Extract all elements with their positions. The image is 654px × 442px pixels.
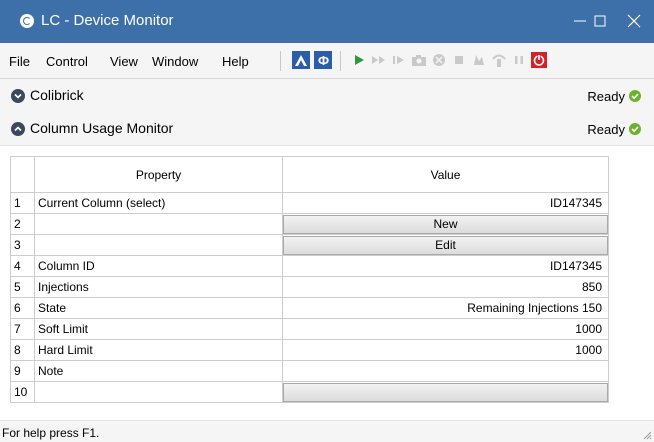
row-action-button[interactable] xyxy=(283,382,608,402)
menu-window[interactable]: Window xyxy=(152,54,198,69)
new-button[interactable]: New xyxy=(283,214,608,234)
status-text: Ready xyxy=(587,122,625,137)
value-cell: Edit xyxy=(282,234,609,256)
chevron-down-icon[interactable] xyxy=(11,89,25,103)
row-number: 7 xyxy=(10,318,35,340)
row-number: 2 xyxy=(10,213,35,235)
row-number: 3 xyxy=(10,234,35,256)
camera-icon xyxy=(412,55,426,66)
chevron-up-icon[interactable] xyxy=(11,122,25,136)
section-title: Column Usage Monitor xyxy=(30,120,174,136)
value-cell[interactable] xyxy=(282,360,609,382)
row-number: 5 xyxy=(10,276,35,298)
power-icon[interactable] xyxy=(530,51,548,69)
table-row[interactable]: 8 Hard Limit 1000 xyxy=(10,339,609,361)
menu-file[interactable]: File xyxy=(9,54,30,69)
value-cell[interactable]: ID147345 xyxy=(282,255,609,277)
title-bar: LC - Device Monitor xyxy=(0,0,654,43)
edit-button[interactable]: Edit xyxy=(283,235,608,255)
property-cell: Injections xyxy=(34,276,283,298)
table-row[interactable]: 10 xyxy=(10,381,609,403)
menu-bar: File Control View Window Help Ф xyxy=(0,43,654,79)
row-number: 9 xyxy=(10,360,35,382)
toolbar-separator xyxy=(280,51,281,71)
header-row: Property Value xyxy=(10,156,609,193)
toolbar-separator xyxy=(340,51,341,71)
column-header-property[interactable]: Property xyxy=(34,156,283,193)
menu-help[interactable]: Help xyxy=(222,54,249,69)
property-cell: Current Column (select) xyxy=(34,192,283,214)
purge-icon xyxy=(492,54,506,67)
row-number: 6 xyxy=(10,297,35,319)
value-cell[interactable]: 1000 xyxy=(282,339,609,361)
property-cell: Note xyxy=(34,360,283,382)
fast-forward-icon xyxy=(372,56,385,64)
resize-grip-icon[interactable] xyxy=(642,430,652,440)
row-number: 10 xyxy=(10,381,35,403)
property-cell: Column ID xyxy=(34,255,283,277)
property-cell: Soft Limit xyxy=(34,318,283,340)
table-row[interactable]: 4 Column ID ID147345 xyxy=(10,255,609,277)
method-icon[interactable]: Ф xyxy=(314,51,332,69)
check-circle-icon xyxy=(629,90,641,102)
property-cell: Hard Limit xyxy=(34,339,283,361)
stop-icon xyxy=(455,56,463,64)
step-icon xyxy=(393,56,404,64)
property-cell xyxy=(34,213,283,235)
close-button[interactable] xyxy=(620,8,648,34)
value-cell[interactable]: 850 xyxy=(282,276,609,298)
status-bar: For help press F1. xyxy=(0,420,654,442)
corner-cell xyxy=(10,156,35,193)
play-icon[interactable] xyxy=(350,51,368,69)
status-text: Ready xyxy=(587,89,625,104)
acquire-icon xyxy=(474,55,484,65)
wizard-icon[interactable] xyxy=(292,51,310,69)
table-row[interactable]: 9 Note xyxy=(10,360,609,382)
svg-text:Ф: Ф xyxy=(318,53,329,68)
property-cell xyxy=(34,234,283,256)
table-row[interactable]: 3 Edit xyxy=(10,234,609,256)
value-cell[interactable]: 1000 xyxy=(282,318,609,340)
window-title: LC - Device Monitor xyxy=(41,12,174,29)
value-cell[interactable]: ID147345 xyxy=(282,192,609,214)
property-cell: State xyxy=(34,297,283,319)
pause-icon xyxy=(515,56,523,64)
table-row[interactable]: 5 Injections 850 xyxy=(10,276,609,298)
value-cell[interactable]: Remaining Injections 150 xyxy=(282,297,609,319)
check-circle-icon xyxy=(629,123,641,135)
section-colibrick[interactable]: Colibrick Ready xyxy=(0,79,654,113)
property-cell xyxy=(34,381,283,403)
row-number: 8 xyxy=(10,339,35,361)
status-help-text: For help press F1. xyxy=(2,426,100,440)
value-cell xyxy=(282,381,609,403)
row-number: 4 xyxy=(10,255,35,277)
table-row[interactable]: 1 Current Column (select) ID147345 xyxy=(10,192,609,214)
app-logo-icon xyxy=(20,14,34,28)
abort-icon xyxy=(433,54,445,66)
menu-control[interactable]: Control xyxy=(46,54,88,69)
table-row[interactable]: 7 Soft Limit 1000 xyxy=(10,318,609,340)
section-column-usage-monitor[interactable]: Column Usage Monitor Ready xyxy=(0,112,654,146)
property-grid: Property Value 1 Current Column (select)… xyxy=(10,156,638,404)
value-cell: New xyxy=(282,213,609,235)
maximize-button[interactable] xyxy=(586,8,614,34)
menu-view[interactable]: View xyxy=(110,54,138,69)
row-number: 1 xyxy=(10,192,35,214)
table-row[interactable]: 6 State Remaining Injections 150 xyxy=(10,297,609,319)
column-header-value[interactable]: Value xyxy=(282,156,609,193)
property-table: Property Value 1 Current Column (select)… xyxy=(10,156,609,403)
table-row[interactable]: 2 New xyxy=(10,213,609,235)
section-title: Colibrick xyxy=(30,87,84,103)
